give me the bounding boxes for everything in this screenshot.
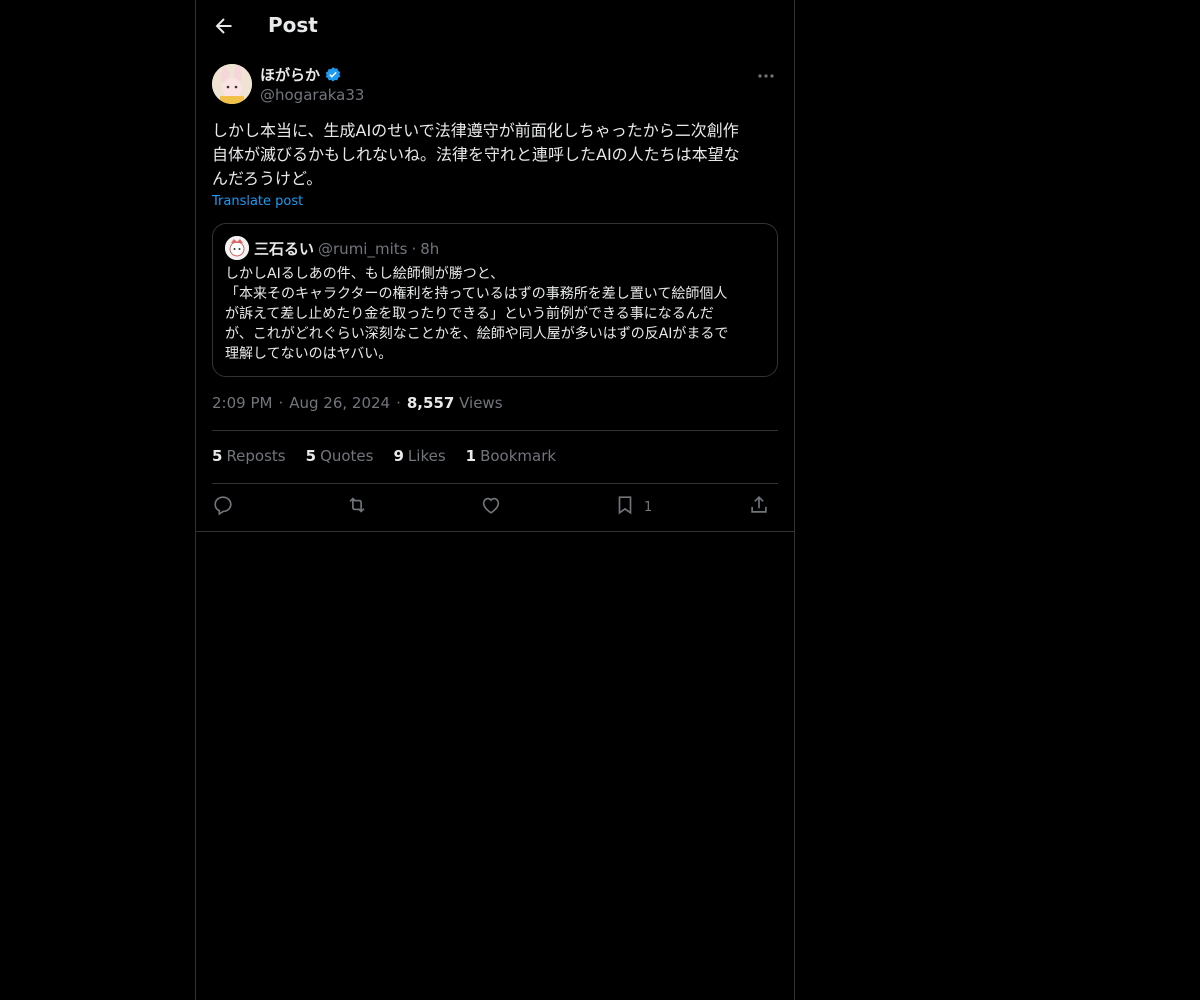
views-stat: 8,557 Views [407,394,503,412]
bookmarks-label: Bookmark [480,447,557,465]
quotes-count: 5 [305,447,317,465]
views-count: 8,557 [406,394,455,412]
post-date[interactable]: Aug 26, 2024 [289,394,390,412]
translate-post-link[interactable]: Translate post [212,194,303,209]
bookmarks-count: 1 [465,447,477,465]
post-stats: 5 Reposts 5 Quotes 9 Likes 1 Bookmark [212,447,556,465]
share-icon[interactable] [748,494,770,516]
heart-icon[interactable] [480,494,502,516]
reposts-count: 5 [212,447,223,465]
author-handle[interactable]: @hogaraka33 [260,86,364,104]
views-label: Views [459,394,503,412]
quote-separator: · [411,239,417,258]
repost-icon[interactable] [346,494,368,516]
meta-separator: · [396,394,401,412]
quote-avatar [225,236,249,260]
author-name[interactable]: ほがらか [260,64,320,85]
likes-label: Likes [407,447,446,465]
quotes-stat[interactable]: 5 Quotes [306,447,374,465]
post-author: ほがらか @hogaraka33 [212,64,778,108]
avatar[interactable] [212,64,252,104]
divider [196,531,794,532]
likes-stat[interactable]: 9 Likes [393,447,445,465]
reply-icon[interactable] [212,494,234,516]
bookmarks-stat: 1 Bookmark [466,447,556,465]
quote-time: 8h [420,239,440,258]
post-column: Post ほがらか @hogaraka33 しかし本当に、生成AIのせいで法律遵 [195,0,795,1000]
quoted-post[interactable]: 三石るい @rumi_mits · 8h しかしAIるしあの件、もし絵師側が勝つ… [212,223,778,377]
reposts-stat[interactable]: 5 Reposts [212,447,286,465]
arrow-left-icon[interactable] [212,14,236,38]
reposts-label: Reposts [226,447,286,465]
post-text: しかし本当に、生成AIのせいで法律遵守が前面化しちゃったから二次創作 自体が滅び… [212,121,740,188]
action-bar: 1 [212,494,778,520]
quotes-label: Quotes [320,447,374,465]
author-name-row: ほがらか [260,64,342,85]
divider [212,483,778,484]
page-title: Post [268,13,318,37]
divider [212,430,778,431]
verified-badge-icon [324,66,342,84]
post-meta: 2:09 PM · Aug 26, 2024 · 8,557 Views [212,394,503,412]
quote-header: 三石るい @rumi_mits · 8h [254,238,439,259]
post-header: Post [196,0,794,54]
post-time[interactable]: 2:09 PM [212,394,272,412]
bookmark-count: 1 [644,500,653,515]
bookmark-icon[interactable] [614,494,636,516]
likes-count: 9 [393,447,404,465]
more-horizontal-icon[interactable] [756,68,776,82]
quote-author-handle: @rumi_mits [318,239,408,258]
quote-text: しかしAIるしあの件、もし絵師側が勝つと、 「本来そのキャラクターの権利を持って… [225,266,729,362]
meta-separator: · [278,394,284,412]
quote-author-name: 三石るい [254,240,315,258]
